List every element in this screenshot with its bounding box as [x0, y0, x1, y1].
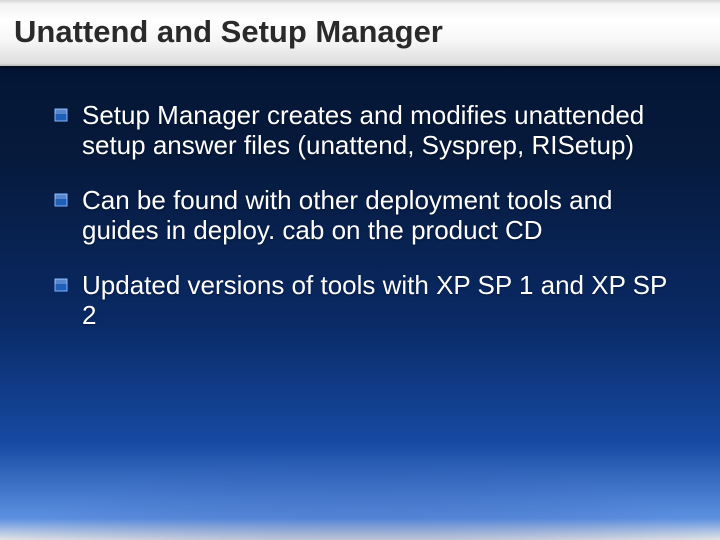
slide-title: Unattend and Setup Manager: [14, 14, 443, 50]
bullet-text: Setup Manager creates and modifies unatt…: [82, 100, 644, 160]
list-item: Updated versions of tools with XP SP 1 a…: [54, 270, 680, 331]
bullet-text: Updated versions of tools with XP SP 1 a…: [82, 270, 667, 330]
bullet-text: Can be found with other deployment tools…: [82, 185, 612, 245]
slide: Microsoft TechNet Unattend and Setup Man…: [0, 0, 720, 540]
list-item: Setup Manager creates and modifies unatt…: [54, 100, 680, 161]
bullet-icon: [54, 278, 68, 292]
title-band: Unattend and Setup Manager: [0, 0, 720, 66]
bullet-icon: [54, 108, 68, 122]
slide-body: Setup Manager creates and modifies unatt…: [54, 100, 680, 354]
bullet-icon: [54, 193, 68, 207]
list-item: Can be found with other deployment tools…: [54, 185, 680, 246]
